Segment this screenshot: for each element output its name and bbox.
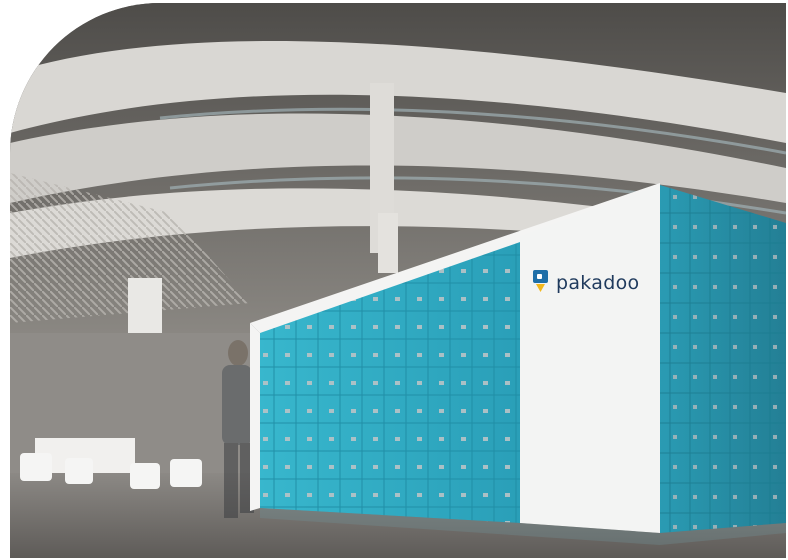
brand-name: pakadoo	[556, 272, 640, 294]
pakadoo-logo-icon	[532, 268, 550, 298]
atrium-photo: pakadoo	[10, 3, 786, 558]
photo-scene: pakadoo	[0, 0, 788, 560]
pakadoo-logo: pakadoo	[532, 268, 639, 298]
atrium-illustration	[10, 3, 786, 558]
